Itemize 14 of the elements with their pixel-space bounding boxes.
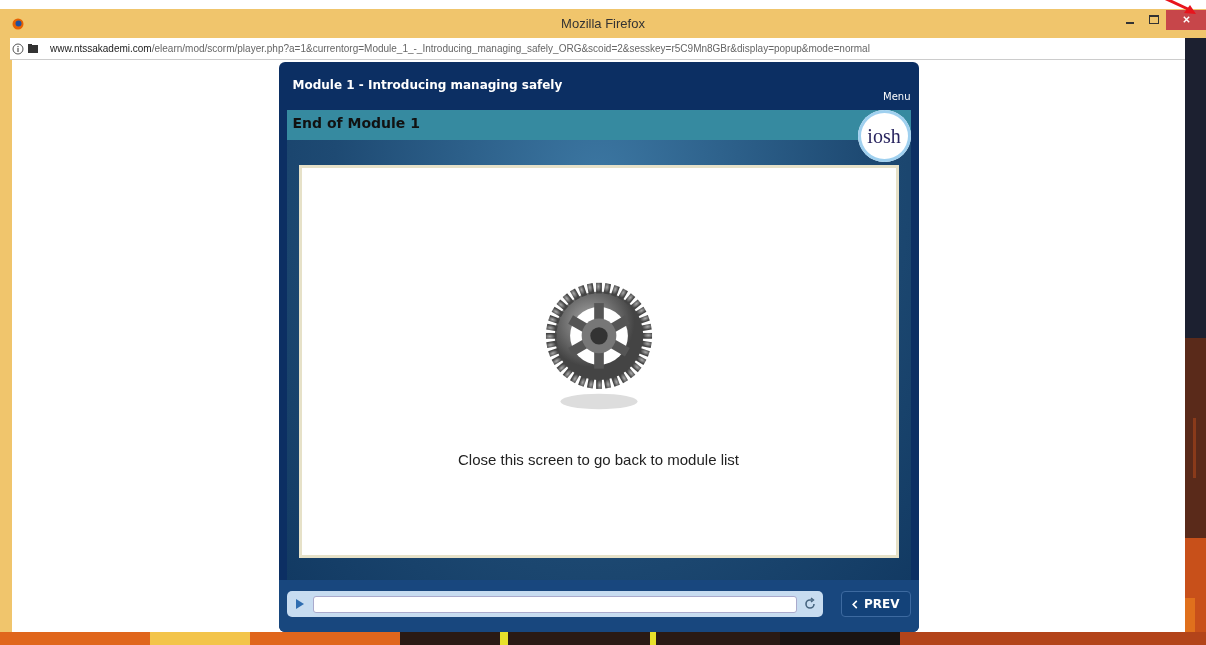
page-icon <box>27 42 39 55</box>
chevron-left-icon <box>851 599 858 609</box>
module-title: Module 1 - Introducing managing safely <box>292 78 563 92</box>
info-icon <box>12 42 24 55</box>
play-icon <box>294 599 305 609</box>
browser-logo-icon <box>12 17 24 30</box>
replay-icon <box>802 597 817 611</box>
progress-track[interactable] <box>312 595 797 613</box>
menu-link[interactable]: Menu <box>883 91 911 102</box>
prev-button[interactable]: PREV <box>840 591 911 617</box>
message-text: Close this screen to go back to module list <box>458 451 739 468</box>
window-title: Mozilla Firefox <box>561 16 645 31</box>
replay-button[interactable] <box>802 597 817 611</box>
close-icon <box>1181 15 1191 24</box>
